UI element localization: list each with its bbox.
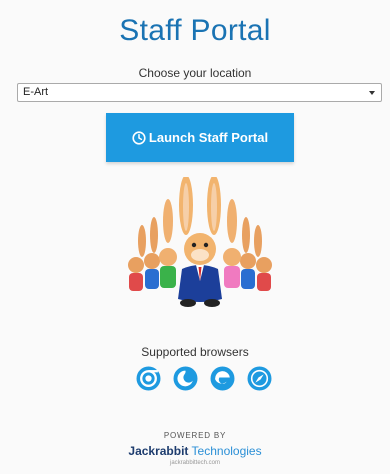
chrome-icon: [136, 366, 161, 391]
clock-icon: [132, 130, 146, 145]
edge-icon: [210, 366, 235, 391]
firefox-icon: [173, 366, 198, 391]
jackrabbit-mascot-image: [128, 177, 272, 307]
site-link[interactable]: jackrabbittech.com: [0, 460, 390, 466]
launch-staff-portal-button[interactable]: Launch Staff Portal: [106, 113, 294, 162]
safari-icon: [247, 366, 272, 391]
staff-portal-page: Staff Portal Choose your location E-Art …: [0, 0, 390, 474]
brand-name-bold: Jackrabbit: [128, 444, 189, 458]
brand-name-light: Technologies: [191, 444, 262, 458]
page-title: Staff Portal: [119, 14, 271, 47]
chevron-down-icon: [369, 91, 375, 95]
location-label: Choose your location: [138, 66, 252, 80]
location-select[interactable]: E-Art: [17, 83, 382, 102]
location-selected-value: E-Art: [23, 86, 49, 98]
browser-icons: [136, 366, 272, 391]
supported-browsers-label: Supported browsers: [141, 345, 249, 359]
mascot-main: [178, 233, 222, 307]
launch-button-label: Launch Staff Portal: [148, 130, 269, 145]
jackrabbit-logo[interactable]: Jackrabbit Technologies: [0, 444, 390, 458]
powered-by-label: POWERED BY: [163, 431, 227, 440]
